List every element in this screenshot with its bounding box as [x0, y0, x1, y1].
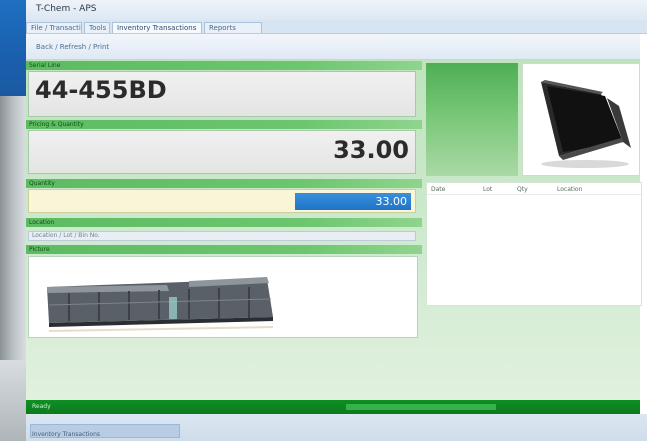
grid-col-location[interactable]: Location [557, 186, 582, 193]
grid-header: Date Lot Qty Location [427, 183, 641, 195]
status-progress [346, 404, 496, 410]
screen-bezel-left-bottom [0, 360, 26, 441]
grid-col-lot[interactable]: Lot [483, 186, 492, 193]
amount-field[interactable]: 33.00 [28, 130, 416, 174]
thumbnail-box [522, 63, 640, 176]
grid-col-qty[interactable]: Qty [517, 186, 528, 193]
serial-value: 44-455BD [35, 76, 167, 104]
picture-label: Picture [26, 245, 422, 254]
quantity-input[interactable]: 33.00 [28, 189, 416, 213]
product-picture [47, 277, 274, 332]
window-titlebar: T-Chem ‑ APS [0, 0, 647, 20]
grid-col-date[interactable]: Date [431, 186, 445, 193]
history-grid[interactable]: Date Lot Qty Location [426, 182, 642, 306]
window-title: T-Chem ‑ APS [36, 4, 97, 14]
side-accent-panel [426, 63, 518, 176]
taskbar-label: Inventory Transactions [32, 431, 101, 438]
toolbar: Back / Refresh / Print [26, 34, 640, 60]
tab-bar: File / Transactions Tools Inventory Tran… [26, 20, 647, 34]
black-binder-folder-icon [541, 80, 631, 168]
tab-inventory-transactions[interactable]: Inventory Transactions [112, 22, 202, 33]
quantity-label: Quantity [26, 179, 422, 188]
toolbar-caption[interactable]: Back / Refresh / Print [36, 43, 109, 51]
tab-file[interactable]: File / Transactions [26, 22, 82, 33]
serial-field[interactable]: 44-455BD [28, 71, 416, 117]
screen-corner [0, 0, 26, 96]
status-text: Ready [32, 403, 51, 410]
tab-reports[interactable]: Reports [204, 22, 262, 33]
tab-tools[interactable]: Tools [84, 22, 110, 33]
location-combo[interactable]: Location / Lot / Bin No. [28, 231, 416, 241]
taskbar: Inventory Transactions [26, 414, 647, 441]
quantity-selected-text: 33.00 [295, 193, 411, 210]
serial-label: Serial Line [26, 61, 422, 70]
picture-panel [28, 256, 418, 338]
location-label: Location [26, 218, 422, 227]
amount-value: 33.00 [333, 136, 409, 164]
amount-label: Pricing & Quantity [26, 120, 422, 129]
status-bar: Ready [26, 400, 640, 414]
